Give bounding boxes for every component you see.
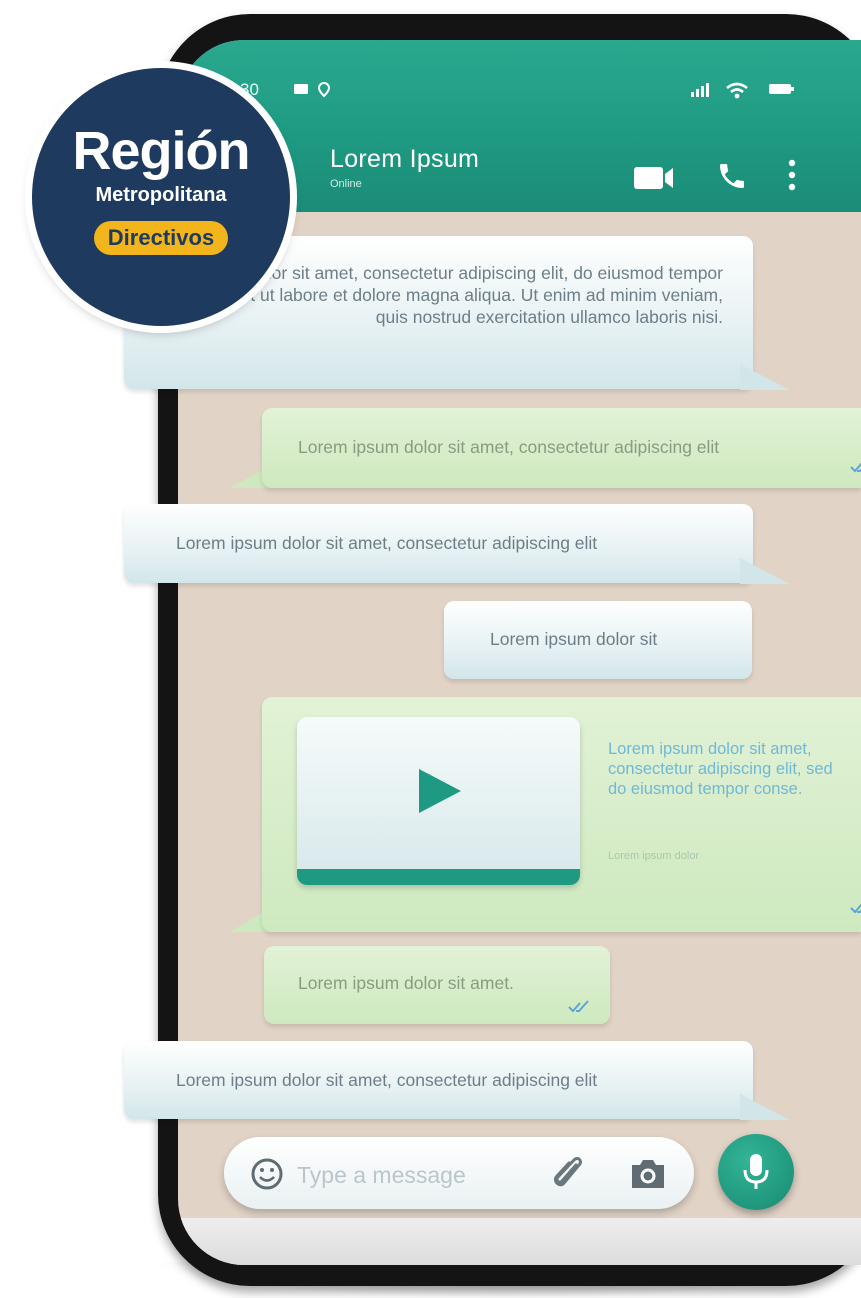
battery-icon [769, 84, 794, 94]
logo-badge-label: Directivos [94, 221, 228, 255]
video-camera-icon[interactable] [633, 164, 675, 192]
video-subcaption: Lorem ipsum dolor [608, 850, 700, 862]
paperclip-icon[interactable] [549, 1153, 587, 1193]
message-bubble-outgoing[interactable]: Lorem ipsum dolor sit amet. [264, 946, 610, 1024]
message-bubble-outgoing[interactable]: Lorem ipsum dolor sit amet, consectetur … [262, 408, 861, 488]
more-vertical-icon[interactable] [786, 158, 798, 192]
bubble-tail [740, 364, 790, 390]
message-text: Lorem ipsum dolor sit amet, consectetur … [176, 533, 598, 553]
bubble-tail [740, 1094, 790, 1120]
read-receipt-icon [850, 462, 861, 473]
logo-subtitle: Metropolitana [95, 184, 227, 206]
contact-status: Online [330, 178, 362, 190]
smiley-icon[interactable] [250, 1157, 284, 1191]
message-text: Lorem ipsum dolor sit amet, consectetur … [176, 1070, 598, 1090]
wifi-icon [726, 82, 748, 99]
signal-icon [691, 83, 709, 97]
message-text: Lorem ipsum dolor sit amet, consectetur … [298, 437, 720, 457]
bubble-tail [740, 558, 790, 584]
contact-name[interactable]: Lorem Ipsum [330, 145, 479, 174]
video-progress-bar [297, 869, 580, 885]
battery-saver-icon [294, 84, 308, 94]
read-receipt-icon [850, 903, 861, 914]
read-receipt-icon [568, 1000, 589, 1013]
camera-icon[interactable] [628, 1157, 668, 1191]
video-thumbnail[interactable] [297, 717, 580, 885]
message-text: Lorem ipsum dolor sit [490, 629, 658, 649]
region-metropolitana-logo: Región Metropolitana Directivos [32, 68, 290, 326]
location-icon [318, 82, 330, 98]
play-icon[interactable] [414, 766, 464, 816]
mic-button[interactable] [718, 1134, 794, 1210]
video-caption: Lorem ipsum dolor sit amet, consectetur … [608, 740, 833, 798]
message-bubble-incoming[interactable]: Lorem ipsum dolor sit amet, consectetur … [124, 504, 753, 583]
status-bar: 30 [178, 80, 861, 104]
message-input-placeholder[interactable]: Type a message [297, 1162, 466, 1189]
phone-icon[interactable] [716, 160, 748, 192]
microphone-icon [743, 1154, 769, 1189]
logo-title: Región [72, 121, 251, 181]
message-bubble-incoming[interactable]: Lorem ipsum dolor sit [444, 601, 752, 679]
message-text: Lorem ipsum dolor sit amet. [298, 973, 514, 993]
message-bubble-incoming[interactable]: Lorem ipsum dolor sit amet, consectetur … [124, 1041, 753, 1119]
screen-bottom-bar [178, 1218, 861, 1265]
